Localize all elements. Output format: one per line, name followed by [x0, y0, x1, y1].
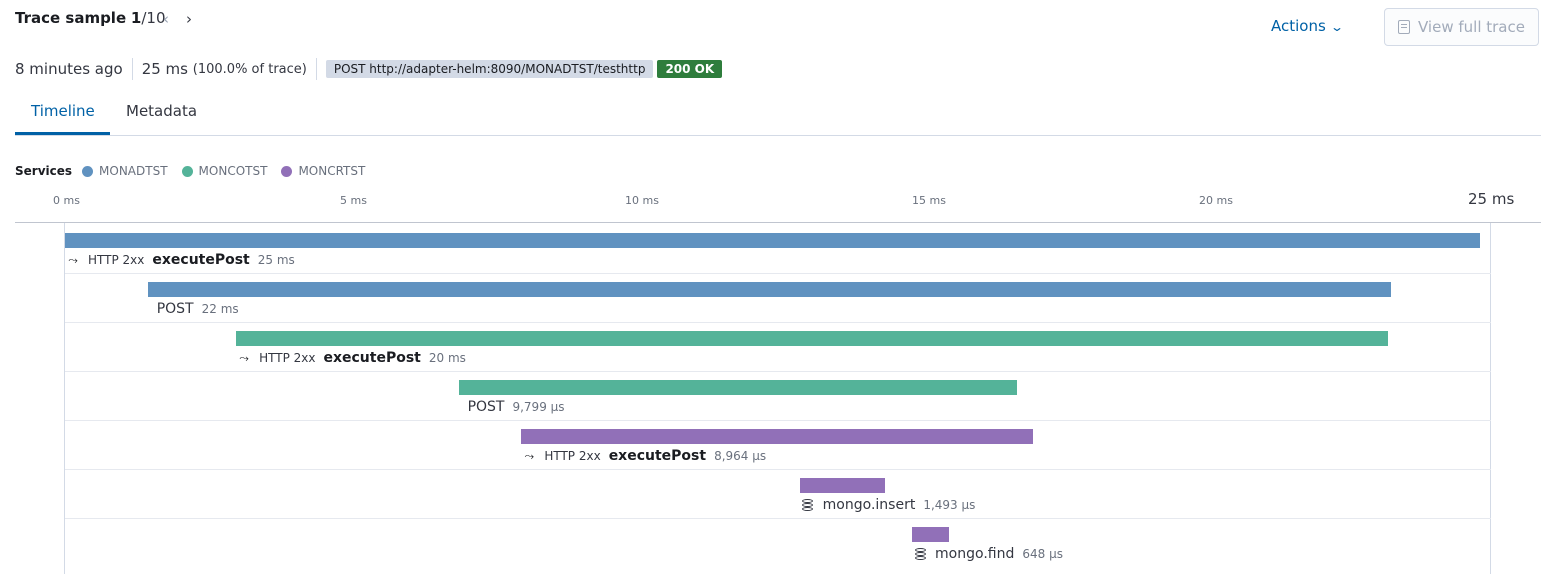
- span-bar[interactable]: [65, 233, 1480, 248]
- span-name: executePost: [323, 350, 421, 366]
- http-exit-icon: ⤳: [68, 252, 78, 267]
- span-name: POST: [467, 399, 505, 415]
- legend-item-label: MONCRTST: [298, 164, 366, 178]
- span-label[interactable]: POST 22 ms: [149, 301, 239, 317]
- span-bar[interactable]: [147, 282, 1392, 297]
- axis-end-label: 25 ms: [1468, 190, 1515, 208]
- span-duration: 8,964 μs: [714, 449, 767, 463]
- span-label[interactable]: ⤳ HTTP 2xx executePost 25 ms: [66, 252, 295, 268]
- span-duration: 648 μs: [1022, 547, 1063, 561]
- http-exit-icon: ⤳: [524, 448, 535, 463]
- trace-duration: 25 ms: [141, 60, 188, 78]
- span-label[interactable]: ⤳ HTTP 2xx executePost 8,964 μs: [522, 448, 767, 464]
- legend-item-moncotst: MONCOTST: [181, 164, 268, 178]
- divider: [131, 58, 133, 80]
- row-divider: [65, 420, 1491, 421]
- axis-tick-label: 15 ms: [912, 194, 946, 207]
- span-label[interactable]: mongo.find 648 μs: [913, 546, 1063, 562]
- trace-sample-current: 1: [130, 9, 142, 27]
- span-status-hint: HTTP 2xx: [544, 449, 601, 463]
- tab-timeline[interactable]: Timeline: [31, 102, 95, 120]
- trace-sample-total: /10: [141, 9, 166, 27]
- axis-tick-label: 10 ms: [625, 194, 659, 207]
- span-status-hint: HTTP 2xx: [259, 351, 316, 365]
- axis-tick-label: 0 ms: [53, 194, 80, 207]
- service-color-dot: [82, 165, 94, 177]
- legend-item-label: MONADTST: [99, 164, 168, 178]
- divider: [315, 58, 317, 80]
- next-sample-icon[interactable]: ›: [186, 10, 192, 28]
- span-label[interactable]: mongo.insert 1,493 μs: [801, 497, 976, 513]
- legend-item-moncrtst: MONCRTST: [281, 164, 365, 178]
- span-duration: 22 ms: [201, 302, 239, 316]
- trace-duration-percent: (100.0% of trace): [192, 61, 307, 77]
- timeline-start-line: [64, 223, 65, 574]
- database-icon: [913, 547, 927, 561]
- row-divider: [65, 273, 1491, 274]
- span-status-hint: HTTP 2xx: [88, 253, 145, 267]
- previous-sample-icon[interactable]: ‹: [163, 10, 169, 28]
- services-legend-label: Services: [15, 164, 73, 178]
- services-legend: Services MONADTST MONCOTST MONCRTST: [15, 164, 379, 178]
- row-divider: [65, 469, 1491, 470]
- span-bar[interactable]: [236, 331, 1389, 346]
- actions-menu-button[interactable]: Actions ⌄: [1271, 17, 1344, 35]
- view-full-trace-label: View full trace: [1418, 18, 1525, 36]
- service-color-dot: [181, 165, 193, 177]
- span-bar[interactable]: [912, 527, 949, 542]
- chevron-down-icon: ⌄: [1329, 20, 1344, 34]
- trace-summary: 8 minutes ago 25 ms (100.0% of trace) PO…: [15, 58, 723, 80]
- timeline-end-line: [1490, 223, 1491, 574]
- span-name: executePost: [152, 252, 250, 268]
- service-color-dot: [281, 165, 293, 177]
- span-duration: 1,493 μs: [923, 498, 976, 512]
- request-badge: POST http://adapter-helm:8090/MONADTST/t…: [325, 60, 654, 78]
- span-duration: 20 ms: [428, 351, 466, 365]
- timeline-axis: [15, 222, 1541, 223]
- trace-sample-label: Trace sample: [15, 9, 127, 27]
- span-bar[interactable]: [799, 478, 885, 493]
- span-bar[interactable]: [458, 380, 1018, 395]
- span-name: mongo.insert: [822, 497, 916, 513]
- axis-tick-label: 5 ms: [340, 194, 367, 207]
- tab-bar: Timeline Metadata: [15, 92, 1541, 136]
- legend-item-label: MONCOTST: [198, 164, 268, 178]
- database-icon: [801, 498, 815, 512]
- actions-label: Actions: [1271, 17, 1326, 35]
- span-name: executePost: [608, 448, 707, 464]
- axis-tick-label: 20 ms: [1199, 194, 1233, 207]
- status-badge: 200 OK: [657, 60, 723, 78]
- legend-item-monadtst: MONADTST: [82, 164, 168, 178]
- span-label[interactable]: POST 9,799 μs: [460, 399, 565, 415]
- span-name: mongo.find: [935, 546, 1015, 562]
- tab-metadata[interactable]: Metadata: [126, 102, 197, 120]
- row-divider: [65, 322, 1491, 323]
- row-divider: [65, 371, 1491, 372]
- time-ago: 8 minutes ago: [15, 60, 123, 78]
- span-duration: 9,799 μs: [512, 400, 565, 414]
- row-divider: [65, 518, 1491, 519]
- view-full-trace-button[interactable]: View full trace: [1384, 8, 1539, 46]
- http-exit-icon: ⤳: [239, 350, 249, 365]
- span-duration: 25 ms: [257, 253, 295, 267]
- document-icon: [1398, 20, 1410, 34]
- trace-sample-title: Trace sample 1/10: [15, 9, 165, 27]
- span-name: POST: [156, 301, 194, 317]
- span-bar[interactable]: [521, 429, 1033, 444]
- span-label[interactable]: ⤳ HTTP 2xx executePost 20 ms: [237, 350, 466, 366]
- active-tab-indicator: [15, 132, 110, 135]
